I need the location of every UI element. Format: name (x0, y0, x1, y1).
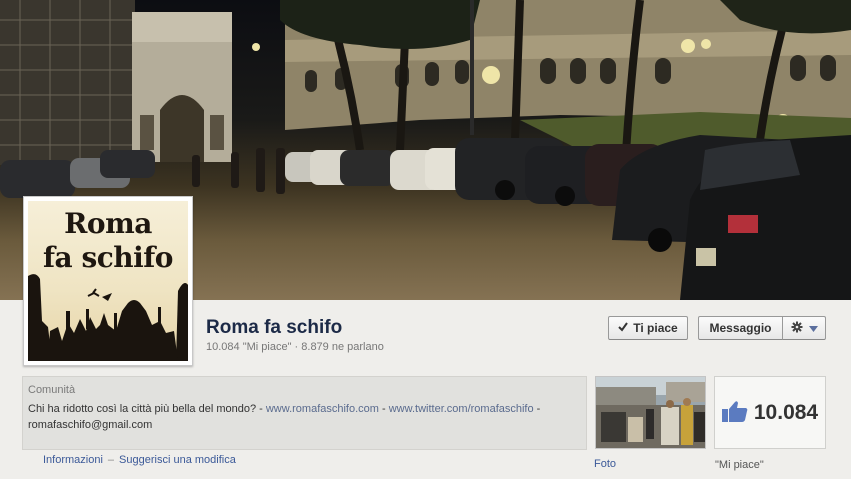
like-button[interactable]: Ti piace (608, 316, 688, 340)
photos-label[interactable]: Foto (594, 458, 616, 470)
profile-logo: Roma fa schifo (28, 201, 188, 361)
profile-picture[interactable]: Roma fa schifo (23, 196, 193, 366)
page-description: Chi ha ridotto così la città più bella d… (28, 401, 582, 433)
twitter-link[interactable]: www.twitter.com/romafaschifo (389, 403, 534, 415)
chevron-down-icon (808, 321, 818, 335)
links-separator: – (107, 454, 115, 466)
message-button-label: Messaggio (709, 321, 772, 335)
talking-about-stat: 8.879 ne parlano (301, 341, 384, 353)
suggest-edit-link[interactable]: Suggerisci una modifica (119, 454, 236, 466)
about-box: Comunità Chi ha ridotto così la città pi… (22, 376, 587, 450)
message-button[interactable]: Messaggio (698, 316, 783, 340)
stats-separator: · (291, 341, 302, 353)
page-title: Roma fa schifo (206, 317, 343, 338)
thumbs-up-icon (721, 400, 748, 425)
likes-count: 10.084 (753, 400, 819, 424)
contact-email: romafaschifo@gmail.com (28, 419, 153, 431)
settings-dropdown-button[interactable] (782, 316, 826, 340)
likes-box[interactable]: 10.084 (714, 376, 826, 449)
gear-icon (791, 321, 803, 336)
photos-thumbnail[interactable] (595, 376, 706, 449)
info-link[interactable]: Informazioni (43, 454, 103, 466)
skyline-silhouette (28, 274, 188, 361)
description-dash-1: - (378, 403, 389, 415)
check-icon (618, 321, 629, 335)
about-links: Informazioni – Suggerisci una modifica (43, 454, 236, 466)
like-button-label: Ti piace (633, 321, 678, 335)
description-text: Chi ha ridotto così la città più bella d… (28, 403, 266, 415)
page-category: Comunità (28, 384, 76, 396)
photos-thumbnail-image (596, 377, 705, 448)
website-link[interactable]: www.romafaschifo.com (266, 403, 379, 415)
likes-label[interactable]: "Mi piace" (715, 459, 764, 471)
likes-stat: 10.084 "Mi piace" (206, 341, 292, 353)
description-dash-2: - (533, 403, 541, 415)
page-stats: 10.084 "Mi piace" · 8.879 ne parlano (206, 341, 384, 353)
